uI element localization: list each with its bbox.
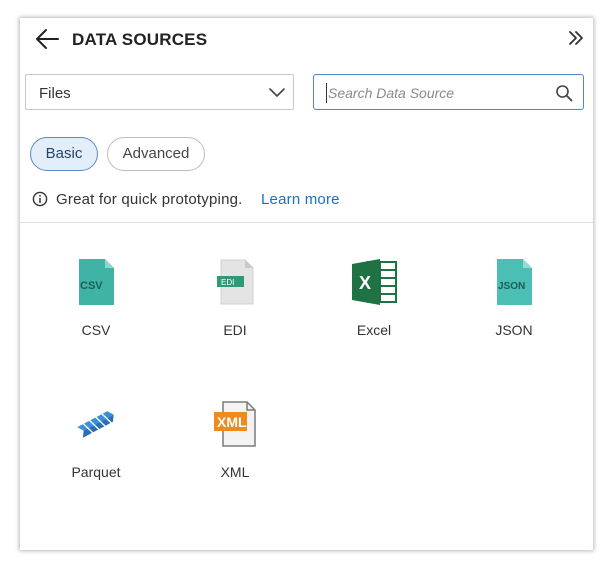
divider bbox=[20, 222, 593, 223]
tab-advanced[interactable]: Advanced bbox=[107, 137, 205, 171]
source-tile-parquet[interactable]: Parquet bbox=[41, 400, 151, 510]
json-file-icon: JSON bbox=[497, 259, 532, 305]
source-tile-edi[interactable]: EDI EDI bbox=[180, 258, 290, 368]
data-sources-panel: DATA SOURCES Files Basic Advanced Great … bbox=[20, 18, 593, 550]
arrow-left-icon bbox=[36, 29, 59, 49]
excel-file-icon: X bbox=[352, 259, 397, 305]
chevron-down-icon bbox=[269, 88, 285, 97]
search-icon[interactable] bbox=[555, 84, 573, 102]
info-text: Great for quick prototyping. bbox=[56, 191, 243, 208]
source-tile-excel[interactable]: X Excel bbox=[319, 258, 429, 368]
learn-more-link[interactable]: Learn more bbox=[261, 191, 340, 208]
source-type-value: Files bbox=[39, 85, 71, 102]
search-box bbox=[313, 74, 584, 110]
page-title: DATA SOURCES bbox=[72, 30, 208, 49]
info-icon bbox=[32, 191, 48, 207]
double-chevron-right-icon bbox=[569, 31, 583, 45]
source-type-select[interactable]: Files bbox=[25, 74, 294, 110]
source-tile-csv[interactable]: CSV CSV bbox=[41, 258, 151, 368]
json-badge: JSON bbox=[498, 281, 525, 292]
source-label: Excel bbox=[356, 322, 392, 338]
source-tile-xml[interactable]: XML XML bbox=[180, 400, 290, 510]
parquet-icon bbox=[77, 411, 114, 438]
csv-file-icon: CSV bbox=[79, 259, 114, 305]
search-input[interactable] bbox=[326, 83, 548, 103]
panel-header: DATA SOURCES bbox=[20, 18, 593, 62]
edi-file-icon: EDI bbox=[217, 259, 254, 305]
source-label: EDI bbox=[223, 322, 247, 338]
collapse-panel-button[interactable] bbox=[567, 28, 585, 48]
tab-basic[interactable]: Basic bbox=[30, 137, 98, 171]
source-label: XML bbox=[220, 464, 250, 480]
source-label: CSV bbox=[81, 322, 111, 338]
source-label: Parquet bbox=[71, 464, 121, 480]
source-label: JSON bbox=[495, 322, 533, 338]
source-tile-json[interactable]: JSON JSON bbox=[459, 258, 569, 368]
xml-file-icon: XML bbox=[214, 401, 256, 447]
excel-badge: X bbox=[359, 273, 371, 293]
edi-badge: EDI bbox=[221, 278, 234, 287]
back-button[interactable] bbox=[34, 27, 60, 51]
csv-badge: CSV bbox=[80, 280, 103, 292]
xml-badge: XML bbox=[217, 414, 247, 430]
